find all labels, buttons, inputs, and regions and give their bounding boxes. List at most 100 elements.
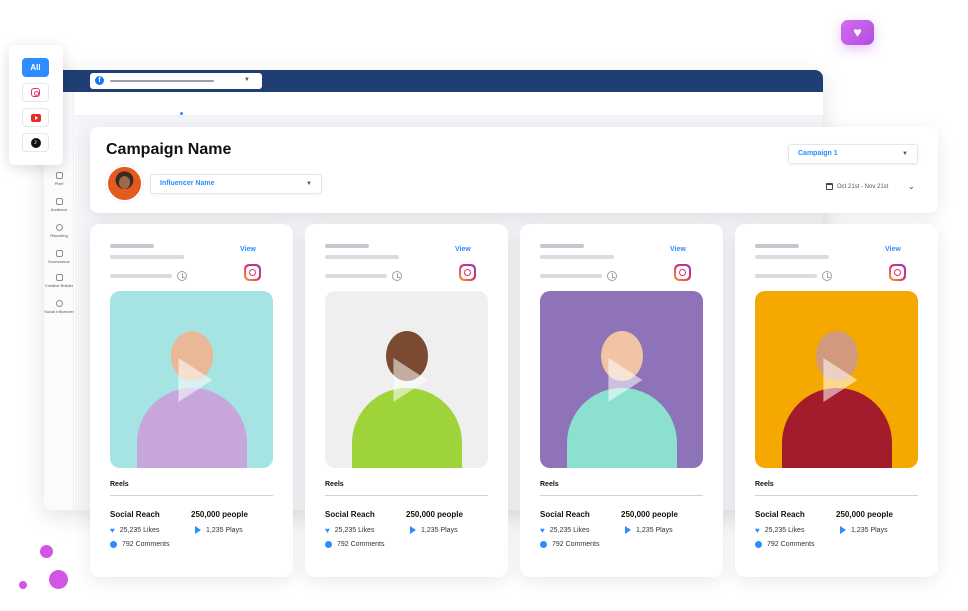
plays-stat: 1,235 Plays	[625, 526, 673, 534]
sidebar-item-audience[interactable]: Audience	[44, 198, 74, 212]
social-reach-value: 250,000 people	[621, 510, 678, 519]
comments-count: 792 Comments	[337, 541, 385, 548]
chevron-down-icon[interactable]: ⌄	[908, 182, 915, 191]
post-card: View Reels Social Reach 250,000 people ♥…	[735, 224, 938, 577]
page-title: Campaign Name	[106, 141, 232, 158]
plays-count: 1,235 Plays	[421, 526, 458, 534]
play-icon	[625, 526, 631, 534]
post-card: View Reels Social Reach 250,000 people ♥…	[305, 224, 508, 577]
sidebar-item-ecommerce[interactable]: Ecommerce	[44, 250, 74, 264]
skeleton-line	[110, 244, 154, 248]
sidebar-item-label: Creative Builder	[44, 283, 74, 288]
filter-instagram-button[interactable]	[22, 83, 49, 102]
sidebar-item-pixel[interactable]: Pixel	[44, 172, 74, 186]
heart-icon: ♥	[841, 20, 874, 45]
view-link[interactable]: View	[885, 246, 901, 253]
comments-stat: 792 Comments	[325, 541, 384, 548]
instagram-icon	[31, 88, 40, 97]
likes-count: 25,235 Likes	[549, 527, 590, 534]
social-reach-value: 250,000 people	[406, 510, 463, 519]
comments-stat: 792 Comments	[110, 541, 169, 548]
filter-all-button[interactable]: All	[22, 58, 49, 77]
post-thumbnail[interactable]	[755, 291, 918, 468]
view-link[interactable]: View	[240, 246, 256, 253]
campaign-select[interactable]: Campaign 1 ▼	[788, 144, 918, 164]
likes-count: 25,235 Likes	[119, 527, 160, 534]
play-icon[interactable]	[177, 357, 212, 402]
comments-count: 792 Comments	[767, 541, 815, 548]
play-icon	[410, 526, 416, 534]
comment-icon	[540, 541, 547, 548]
post-thumbnail[interactable]	[540, 291, 703, 468]
filter-tiktok-button[interactable]: ♪	[22, 133, 49, 152]
plays-count: 1,235 Plays	[851, 526, 888, 534]
sidebar-item-label: Reporting	[50, 233, 68, 238]
social-reach-label: Social Reach	[755, 510, 805, 519]
social-reach-value: 250,000 people	[191, 510, 248, 519]
sidebar-item-label: Audience	[50, 207, 68, 212]
sidebar-item-creative-builder[interactable]: Creative Builder	[44, 274, 74, 288]
likes-stat: ♥ 25,235 Likes	[540, 526, 589, 535]
page-selector[interactable]: f ▼	[90, 73, 262, 89]
youtube-icon	[30, 113, 41, 122]
likes-count: 25,235 Likes	[764, 527, 805, 534]
instagram-icon	[459, 264, 476, 281]
chevron-down-icon: ▼	[306, 181, 312, 187]
clock-icon	[177, 271, 187, 281]
date-range-picker[interactable]: Oct 21st - Nov 21st	[826, 183, 888, 190]
post-type-label: Reels	[325, 481, 344, 488]
skeleton-line	[110, 255, 184, 259]
instagram-icon	[674, 264, 691, 281]
view-link[interactable]: View	[455, 246, 471, 253]
post-card: View Reels Social Reach 250,000 people ♥…	[520, 224, 723, 577]
comments-stat: 792 Comments	[755, 541, 814, 548]
filter-youtube-button[interactable]	[22, 108, 49, 127]
facebook-icon: f	[95, 76, 104, 85]
play-icon[interactable]	[822, 357, 857, 402]
comment-icon	[755, 541, 762, 548]
heart-icon: ♥	[325, 526, 330, 535]
post-thumbnail[interactable]	[325, 291, 488, 468]
clock-icon	[392, 271, 402, 281]
post-type-label: Reels	[540, 481, 559, 488]
play-icon[interactable]	[607, 357, 642, 402]
view-link[interactable]: View	[670, 246, 686, 253]
decorative-dot	[49, 570, 68, 589]
heart-icon: ♥	[540, 526, 545, 535]
influencer-select[interactable]: Influencer Name ▼	[150, 174, 322, 194]
plays-stat: 1,235 Plays	[195, 526, 243, 534]
play-icon	[195, 526, 201, 534]
sidebar-item-reporting[interactable]: Reporting	[44, 224, 74, 238]
social-reach-label: Social Reach	[110, 510, 160, 519]
url-placeholder-line	[110, 80, 214, 82]
comment-icon	[110, 541, 117, 548]
skeleton-line	[540, 255, 614, 259]
browser-subbar	[44, 92, 823, 116]
influencer-select-value: Influencer Name	[160, 180, 215, 187]
skeleton-line	[325, 244, 369, 248]
creative-icon	[55, 274, 63, 281]
campaign-header: Campaign Name Influencer Name ▼ Campaign…	[90, 127, 938, 213]
sidebar-item-label: Pixel	[54, 181, 64, 186]
sidebar-item-social-influencer[interactable]: Social Influencer	[44, 300, 74, 314]
active-indicator	[180, 112, 183, 115]
skeleton-line	[755, 274, 817, 278]
chevron-down-icon: ▼	[244, 77, 250, 83]
decorative-dot	[40, 545, 53, 558]
play-icon[interactable]	[392, 357, 427, 402]
audience-icon	[55, 198, 63, 205]
plays-count: 1,235 Plays	[636, 526, 673, 534]
skeleton-line	[755, 244, 799, 248]
instagram-icon	[889, 264, 906, 281]
decorative-dot	[19, 581, 27, 589]
skeleton-line	[325, 274, 387, 278]
browser-toolbar: f ▼	[44, 70, 823, 92]
plays-count: 1,235 Plays	[206, 526, 243, 534]
skeleton-line	[540, 274, 602, 278]
divider	[110, 495, 273, 496]
likes-stat: ♥ 25,235 Likes	[755, 526, 804, 535]
social-reach-label: Social Reach	[540, 510, 590, 519]
post-thumbnail[interactable]	[110, 291, 273, 468]
social-reach-value: 250,000 people	[836, 510, 893, 519]
post-card: View Reels Social Reach 250,000 people ♥…	[90, 224, 293, 577]
